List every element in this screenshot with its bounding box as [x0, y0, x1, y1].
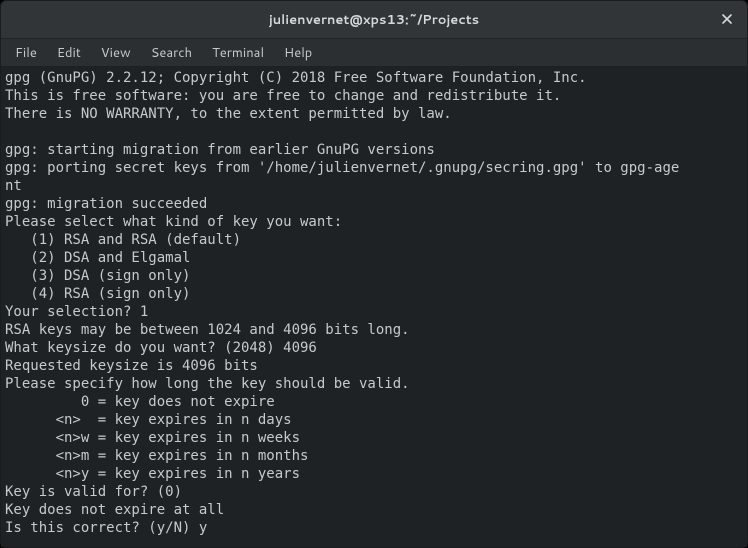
terminal-line: <n>y = key expires in n years	[5, 465, 743, 483]
terminal-line: This is free software: you are free to c…	[5, 87, 743, 105]
terminal-line: Key does not expire at all	[5, 501, 743, 519]
terminal-output[interactable]: gpg (GnuPG) 2.2.12; Copyright (C) 2018 F…	[1, 67, 747, 547]
terminal-line	[5, 123, 743, 141]
terminal-line: gpg: migration succeeded	[5, 195, 743, 213]
terminal-line: Please specify how long the key should b…	[5, 375, 743, 393]
close-icon	[722, 11, 732, 28]
terminal-line: nt	[5, 177, 743, 195]
terminal-line: <n>w = key expires in n weeks	[5, 429, 743, 447]
terminal-line: (2) DSA and Elgamal	[5, 249, 743, 267]
menu-help[interactable]: Help	[274, 41, 322, 65]
terminal-line: (1) RSA and RSA (default)	[5, 231, 743, 249]
terminal-line: gpg: starting migration from earlier Gnu…	[5, 141, 743, 159]
menu-search[interactable]: Search	[141, 41, 202, 65]
titlebar: julienvernet@xps13:~/Projects	[1, 1, 747, 39]
window-title: julienvernet@xps13:~/Projects	[269, 11, 479, 29]
close-button[interactable]	[715, 8, 739, 32]
menu-view[interactable]: View	[91, 41, 141, 65]
terminal-line: Your selection? 1	[5, 303, 743, 321]
terminal-line: 0 = key does not expire	[5, 393, 743, 411]
terminal-window: julienvernet@xps13:~/Projects File Edit …	[0, 0, 748, 548]
terminal-line: RSA keys may be between 1024 and 4096 bi…	[5, 321, 743, 339]
terminal-line: (4) RSA (sign only)	[5, 285, 743, 303]
terminal-line: Is this correct? (y/N) y	[5, 519, 743, 537]
menu-edit[interactable]: Edit	[47, 41, 91, 65]
terminal-line: Please select what kind of key you want:	[5, 213, 743, 231]
terminal-line: (3) DSA (sign only)	[5, 267, 743, 285]
terminal-line: Key is valid for? (0)	[5, 483, 743, 501]
terminal-line: <n>m = key expires in n months	[5, 447, 743, 465]
terminal-line: gpg (GnuPG) 2.2.12; Copyright (C) 2018 F…	[5, 69, 743, 87]
menu-file[interactable]: File	[5, 41, 47, 65]
terminal-line: gpg: porting secret keys from '/home/jul…	[5, 159, 743, 177]
terminal-line: There is NO WARRANTY, to the extent perm…	[5, 105, 743, 123]
menubar: File Edit View Search Terminal Help	[1, 39, 747, 67]
terminal-line: <n> = key expires in n days	[5, 411, 743, 429]
terminal-line: Requested keysize is 4096 bits	[5, 357, 743, 375]
terminal-line: What keysize do you want? (2048) 4096	[5, 339, 743, 357]
menu-terminal[interactable]: Terminal	[202, 41, 274, 65]
